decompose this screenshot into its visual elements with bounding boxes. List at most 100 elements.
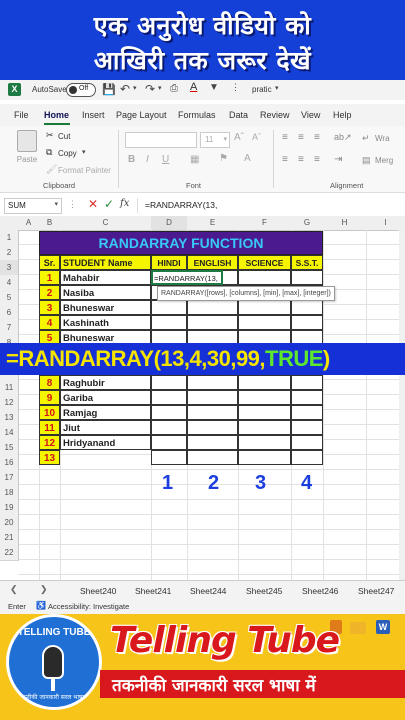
align-top-icon[interactable]: ≡ [282, 132, 288, 143]
score-cell-science[interactable] [238, 315, 291, 330]
column-header-i[interactable]: I [366, 216, 405, 231]
student-name-cell[interactable]: Nasiba [60, 285, 151, 300]
underline-icon[interactable]: U [162, 154, 169, 165]
score-cell-sst[interactable] [291, 450, 323, 465]
serial-cell[interactable]: 2 [39, 285, 60, 300]
serial-cell[interactable]: 8 [39, 375, 60, 390]
score-cell-sst[interactable] [291, 435, 323, 450]
score-cell-science[interactable] [238, 450, 291, 465]
copy-icon[interactable]: ⧉ [46, 147, 52, 158]
spreadsheet-grid[interactable]: A B C D E F G H I 1 2 3 4 5 6 7 8 9 10 1… [0, 216, 405, 580]
row-header[interactable]: 4 [0, 275, 19, 291]
row-header[interactable]: 11 [0, 380, 19, 396]
score-cell-sst[interactable] [291, 390, 323, 405]
row-header[interactable]: 21 [0, 530, 19, 546]
row-header[interactable]: 20 [0, 515, 19, 531]
accessibility-status[interactable]: Accessibility: Investigate [48, 602, 129, 611]
enter-icon[interactable]: ✓ [104, 197, 114, 211]
font-color-icon[interactable]: A [190, 81, 197, 93]
cancel-icon[interactable]: ✕ [88, 197, 98, 211]
row-header[interactable]: 14 [0, 425, 19, 441]
student-name-cell[interactable]: Ramjag [60, 405, 151, 420]
column-header-c[interactable]: C [60, 216, 152, 231]
score-cell-sst[interactable] [291, 375, 323, 390]
redo-dropdown-icon[interactable]: ▾ [158, 84, 162, 92]
align-center-icon[interactable]: ≡ [298, 154, 304, 165]
score-cell-hindi[interactable] [151, 450, 187, 465]
align-middle-icon[interactable]: ≡ [298, 132, 304, 143]
undo-dropdown-icon[interactable]: ▾ [133, 84, 137, 92]
font-size-select[interactable]: 11 ▾ [200, 132, 230, 148]
student-name-cell[interactable]: Bhuneswar [60, 300, 151, 315]
score-cell-science[interactable] [238, 420, 291, 435]
score-cell-sst[interactable] [291, 405, 323, 420]
score-cell-science[interactable] [238, 300, 291, 315]
score-cell-english[interactable] [187, 390, 238, 405]
table-title[interactable]: RANDARRAY FUNCTION [39, 231, 323, 255]
score-cell-sst[interactable] [291, 420, 323, 435]
orientation-icon[interactable]: ab↗ [334, 132, 352, 143]
align-left-icon[interactable]: ≡ [282, 154, 288, 165]
indent-icon[interactable]: ⇥ [334, 154, 342, 165]
sheet-tab[interactable]: Sheet241 [135, 586, 171, 596]
wrap-text-button[interactable]: Wra [375, 134, 390, 143]
filter-icon[interactable]: ▼ [209, 82, 219, 93]
merge-center-button[interactable]: Merg [375, 156, 393, 165]
tab-file[interactable]: File [14, 110, 29, 120]
score-cell-hindi[interactable] [151, 375, 187, 390]
tab-formulas[interactable]: Formulas [178, 110, 216, 120]
row-header[interactable]: 15 [0, 440, 19, 456]
tab-data[interactable]: Data [229, 110, 248, 120]
tab-insert[interactable]: Insert [82, 110, 105, 120]
merge-icon[interactable]: ▤ [362, 155, 371, 166]
align-bottom-icon[interactable]: ≡ [314, 132, 320, 143]
sheet-tab[interactable]: Sheet247 [358, 586, 394, 596]
score-cell-english[interactable] [187, 315, 238, 330]
tab-home[interactable]: Home [44, 110, 69, 120]
select-all-corner[interactable] [0, 216, 19, 231]
bold-icon[interactable]: B [128, 154, 135, 165]
font-name-select[interactable] [125, 132, 197, 148]
redo-icon[interactable]: ↷ [145, 82, 155, 96]
sheet-tab[interactable]: Sheet240 [80, 586, 116, 596]
header-sr[interactable]: Sr. [39, 255, 60, 270]
student-name-cell[interactable]: Jiut [60, 420, 151, 435]
header-science[interactable]: SCIENCE [238, 255, 291, 270]
autosave-toggle[interactable]: Off [66, 83, 96, 97]
format-painter-button[interactable]: Format Painter [58, 166, 111, 175]
score-cell-sst[interactable] [291, 315, 323, 330]
column-header-e[interactable]: E [187, 216, 239, 231]
copy-button[interactable]: Copy [58, 149, 77, 158]
score-cell-science[interactable] [238, 270, 291, 285]
header-hindi[interactable]: HINDI [151, 255, 187, 270]
serial-cell[interactable]: 9 [39, 390, 60, 405]
serial-cell[interactable]: 10 [39, 405, 60, 420]
column-header-b[interactable]: B [39, 216, 61, 231]
paste-button[interactable]: Paste [12, 130, 42, 170]
row-header[interactable]: 5 [0, 290, 19, 306]
format-painter-icon[interactable]: 🖌 [46, 164, 57, 175]
workbook-name[interactable]: pratic [252, 85, 272, 94]
student-name-cell[interactable]: Hridyanand [60, 435, 151, 450]
italic-icon[interactable]: I [146, 154, 149, 165]
vertical-scrollbar[interactable] [399, 230, 405, 580]
row-header[interactable]: 6 [0, 305, 19, 321]
increase-font-icon[interactable]: Aˆ [234, 132, 244, 143]
column-header-g[interactable]: G [291, 216, 324, 231]
student-name-cell[interactable]: Kashinath [60, 315, 151, 330]
chevron-down-icon[interactable]: ▾ [275, 84, 279, 92]
score-cell-science[interactable] [238, 405, 291, 420]
score-cell-hindi[interactable] [151, 420, 187, 435]
save-icon[interactable]: 💾 [102, 83, 116, 96]
row-header[interactable]: 7 [0, 320, 19, 336]
row-header[interactable]: 19 [0, 500, 19, 516]
score-cell-english[interactable] [187, 375, 238, 390]
column-header-f[interactable]: F [238, 216, 292, 231]
score-cell-english[interactable] [187, 420, 238, 435]
row-header[interactable]: 1 [0, 230, 19, 246]
row-header[interactable]: 3 [0, 260, 19, 276]
score-cell-english[interactable] [187, 300, 238, 315]
score-cell-hindi[interactable] [151, 435, 187, 450]
score-cell-hindi[interactable] [151, 405, 187, 420]
score-cell-hindi[interactable] [151, 390, 187, 405]
